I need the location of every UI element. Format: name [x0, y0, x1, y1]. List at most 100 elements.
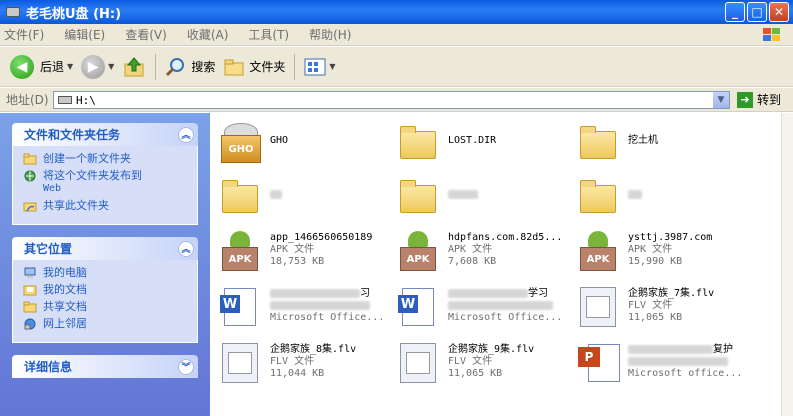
views-dropdown-icon[interactable]: ▼ — [329, 62, 335, 71]
expand-icon[interactable]: ︾ — [178, 358, 194, 375]
flv-file-icon — [574, 285, 620, 329]
other-places-panel: 其它位置 ︽ 我的电脑 我的文档 共享文档 网上邻居 — [12, 237, 198, 343]
file-item-folder[interactable] — [394, 175, 572, 221]
blurred-name — [270, 288, 360, 298]
file-item-folder[interactable] — [216, 175, 394, 221]
file-item-folder[interactable] — [574, 175, 752, 221]
file-name: hdpfans.com.82d5... — [448, 232, 563, 243]
place-label: 共享文档 — [43, 300, 87, 313]
collapse-icon[interactable]: ︽ — [178, 240, 194, 257]
blurred-name — [628, 344, 713, 354]
blurred-name — [628, 189, 642, 199]
menu-file[interactable]: 文件(F) — [4, 26, 44, 43]
folders-icon — [224, 59, 244, 75]
search-button[interactable]: 搜索 — [161, 51, 219, 83]
file-item-gho[interactable]: GHO GHO — [216, 121, 394, 167]
file-item-flv[interactable]: 企鹅家族_7集.flv FLV 文件 11,065 KB — [574, 285, 752, 331]
my-computer-icon — [24, 267, 36, 278]
views-button[interactable]: ▼ — [300, 51, 339, 83]
file-item-doc[interactable]: W 学习 Microsoft Office... — [394, 285, 572, 331]
task-pane: 文件和文件夹任务 ︽ 创建一个新文件夹 将这个文件夹发布到 Web 共享此文件夹 … — [0, 113, 210, 416]
vertical-scrollbar[interactable] — [781, 113, 793, 416]
back-dropdown-icon[interactable]: ▼ — [67, 62, 73, 71]
file-folder-tasks-panel: 文件和文件夹任务 ︽ 创建一个新文件夹 将这个文件夹发布到 Web 共享此文件夹 — [12, 123, 198, 225]
blurred-type — [270, 300, 370, 310]
maximize-button[interactable]: □ — [747, 2, 767, 22]
file-item-apk[interactable]: APK ysttj.3987.com APK 文件 15,990 KB — [574, 229, 752, 275]
menu-help[interactable]: 帮助(H) — [309, 26, 351, 43]
panel-title: 文件和文件夹任务 — [24, 128, 121, 142]
folder-icon — [394, 175, 440, 219]
address-dropdown-icon[interactable]: ▼ — [713, 92, 729, 108]
folders-button[interactable]: 文件夹 — [219, 51, 289, 83]
menu-edit[interactable]: 编辑(E) — [64, 26, 105, 43]
file-item-flv[interactable]: 企鹅家族_9集.flv FLV 文件 11,065 KB — [394, 341, 572, 387]
file-item-folder[interactable]: 挖土机 — [574, 121, 752, 167]
file-name: 企鹅家族_8集.flv — [270, 344, 357, 355]
forward-button[interactable]: ▶ ▼ — [77, 51, 118, 83]
file-item-doc[interactable]: W 习 Microsoft Office... — [216, 285, 394, 331]
gho-file-icon: GHO — [216, 121, 262, 165]
task-new-folder[interactable]: 创建一个新文件夹 — [23, 152, 189, 165]
place-my-documents[interactable]: 我的文档 — [23, 283, 189, 296]
go-button[interactable]: ➜ 转到 — [737, 91, 781, 108]
powerpoint-file-icon: P — [574, 341, 620, 385]
place-my-computer[interactable]: 我的电脑 — [23, 266, 189, 279]
shared-documents-icon — [23, 301, 37, 313]
address-label: 地址(D) — [6, 93, 49, 107]
apk-badge: APK — [580, 247, 616, 271]
file-name: ysttj.3987.com — [628, 232, 713, 243]
file-type: Microsoft office... — [628, 368, 743, 379]
place-shared-documents[interactable]: 共享文档 — [23, 300, 189, 313]
file-name: LOST.DIR — [448, 135, 497, 146]
menu-tools[interactable]: 工具(T) — [248, 26, 289, 43]
menu-favorites[interactable]: 收藏(A) — [187, 26, 229, 43]
file-name: 复护 — [713, 344, 733, 355]
collapse-icon[interactable]: ︽ — [178, 126, 194, 143]
forward-arrow-icon: ▶ — [81, 54, 106, 79]
file-item-apk[interactable]: APK app_1466560650189 APK 文件 18,753 KB — [216, 229, 394, 275]
go-arrow-icon: ➜ — [737, 91, 753, 108]
file-name: app_1466560650189 — [270, 232, 373, 243]
file-item-ppt[interactable]: P 复护 Microsoft office... — [574, 341, 752, 387]
place-network[interactable]: 网上邻居 — [23, 317, 189, 330]
other-places-header[interactable]: 其它位置 ︽ — [12, 237, 198, 260]
apk-badge: APK — [400, 247, 436, 271]
details-header[interactable]: 详细信息 ︾ — [12, 355, 198, 378]
address-field[interactable]: H:\ ▼ — [53, 91, 730, 109]
file-type: Microsoft Office... — [270, 312, 385, 323]
apk-file-icon: APK — [394, 229, 440, 273]
file-item-apk[interactable]: APK hdpfans.com.82d5... APK 文件 7,608 KB — [394, 229, 572, 275]
task-publish-web[interactable]: 将这个文件夹发布到 Web — [23, 169, 189, 195]
up-folder-icon — [124, 56, 144, 76]
file-folder-tasks-header[interactable]: 文件和文件夹任务 ︽ — [12, 123, 198, 146]
close-button[interactable]: ✕ — [769, 2, 789, 22]
file-type: FLV 文件 — [270, 356, 315, 367]
file-size: 11,044 KB — [270, 368, 325, 379]
file-size: 11,065 KB — [448, 368, 503, 379]
toolbar-separator — [155, 53, 157, 80]
toolbar: ◀ 后退 ▼ ▶ ▼ 搜索 文件夹 ▼ — [0, 47, 793, 87]
publish-web-icon — [24, 170, 36, 182]
up-folder-button[interactable] — [118, 51, 150, 83]
title-bar[interactable]: 老毛桃U盘 (H:) _ □ ✕ — [0, 0, 793, 24]
minimize-button[interactable]: _ — [725, 2, 745, 22]
task-label-text: 将这个文件夹发布到 — [43, 169, 142, 182]
task-label: 将这个文件夹发布到 Web — [43, 169, 142, 195]
blurred-type — [628, 356, 728, 366]
folders-label: 文件夹 — [249, 60, 286, 74]
menu-view[interactable]: 查看(V) — [125, 26, 167, 43]
drive-icon — [58, 96, 72, 104]
file-type: FLV 文件 — [448, 356, 493, 367]
drive-icon — [6, 7, 20, 17]
task-share-folder[interactable]: 共享此文件夹 — [23, 199, 189, 212]
blurred-name — [270, 189, 282, 199]
file-item-lost-dir[interactable]: LOST.DIR — [394, 121, 572, 167]
panel-body: 创建一个新文件夹 将这个文件夹发布到 Web 共享此文件夹 — [12, 146, 198, 225]
back-button[interactable]: ◀ 后退 ▼ — [6, 51, 77, 83]
apk-file-icon: APK — [216, 229, 262, 273]
task-label-sub: Web — [43, 183, 62, 194]
folder-icon — [574, 121, 620, 165]
file-item-flv[interactable]: 企鹅家族_8集.flv FLV 文件 11,044 KB — [216, 341, 394, 387]
forward-dropdown-icon[interactable]: ▼ — [108, 62, 114, 71]
